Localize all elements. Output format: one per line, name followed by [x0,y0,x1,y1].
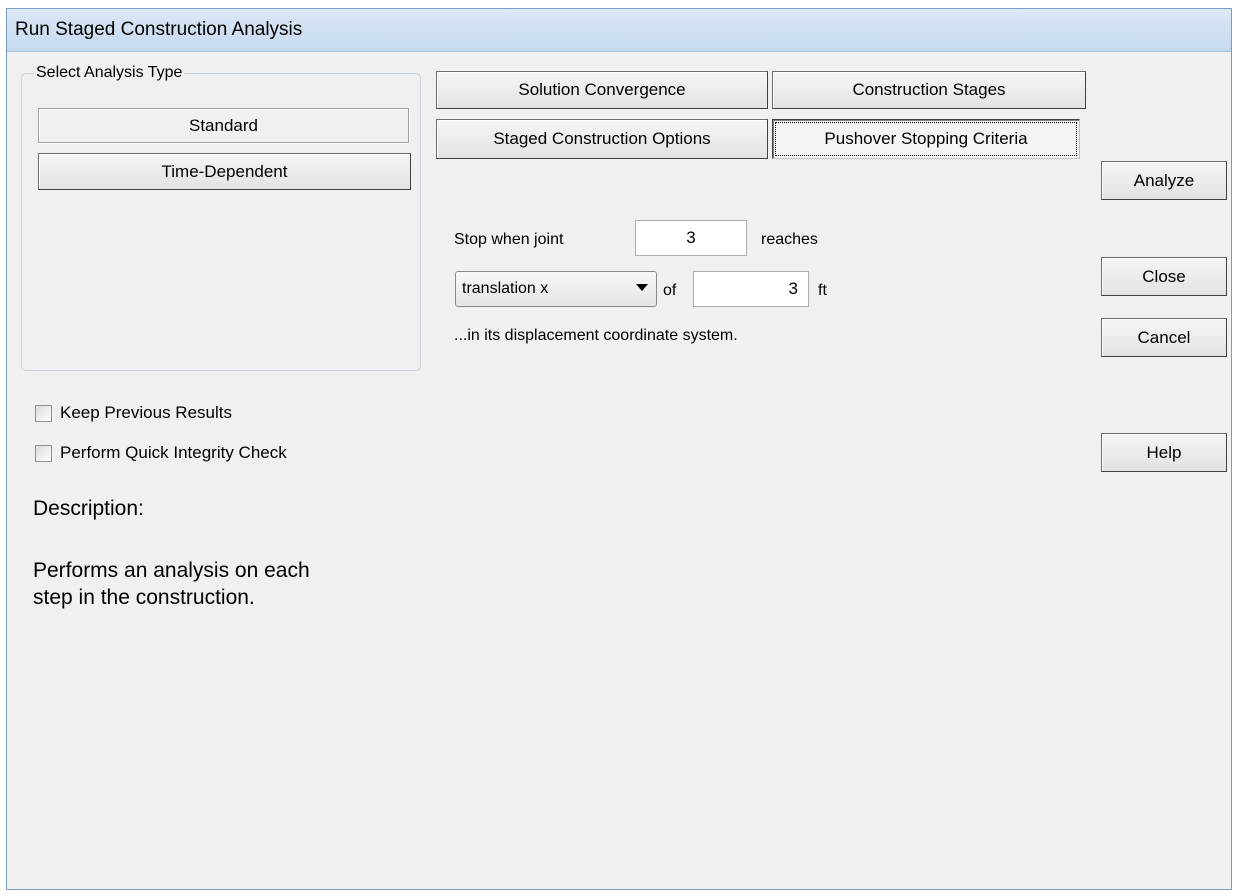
tab-pushover-stopping-criteria[interactable]: Pushover Stopping Criteria [772,119,1080,159]
quick-integrity-check-checkbox[interactable] [35,444,52,462]
tab-solution-convergence[interactable]: Solution Convergence [436,71,768,109]
quick-integrity-check-label: Perform Quick Integrity Check [60,443,287,462]
dialog-window: Run Staged Construction Analysis Select … [6,8,1232,890]
keep-previous-results-checkbox[interactable] [35,404,52,422]
unit-label: ft [818,282,827,299]
dof-select-value: translation x [462,280,549,297]
tab-construction-stages[interactable]: Construction Stages [772,71,1086,109]
description-heading: Description: [33,497,144,520]
keep-previous-results-label: Keep Previous Results [60,403,232,422]
analysis-type-time-dependent-button[interactable]: Time-Dependent [38,153,411,190]
description-line-1: Performs an analysis on each [33,559,310,582]
stop-when-joint-label: Stop when joint [454,231,564,248]
amount-input[interactable]: 3 [693,271,809,307]
tab-staged-construction-options[interactable]: Staged Construction Options [436,119,768,159]
chevron-down-icon [636,284,648,291]
analysis-type-standard-button[interactable]: Standard [38,108,409,143]
analysis-type-legend: Select Analysis Type [34,64,185,82]
help-button[interactable]: Help [1101,433,1227,472]
reaches-label: reaches [761,231,818,248]
coordinate-system-note: ...in its displacement coordinate system… [454,327,738,344]
dof-select[interactable]: translation x [455,271,657,307]
close-button[interactable]: Close [1101,257,1227,296]
joint-input[interactable]: 3 [635,220,747,256]
analyze-button[interactable]: Analyze [1101,161,1227,200]
title-bar[interactable]: Run Staged Construction Analysis [7,9,1231,52]
keep-previous-results-option[interactable]: Keep Previous Results [35,403,232,423]
dialog-title: Run Staged Construction Analysis [15,19,303,40]
description-line-2: step in the construction. [33,586,255,609]
cancel-button[interactable]: Cancel [1101,318,1227,357]
of-label: of [663,282,677,299]
quick-integrity-check-option[interactable]: Perform Quick Integrity Check [35,443,287,463]
